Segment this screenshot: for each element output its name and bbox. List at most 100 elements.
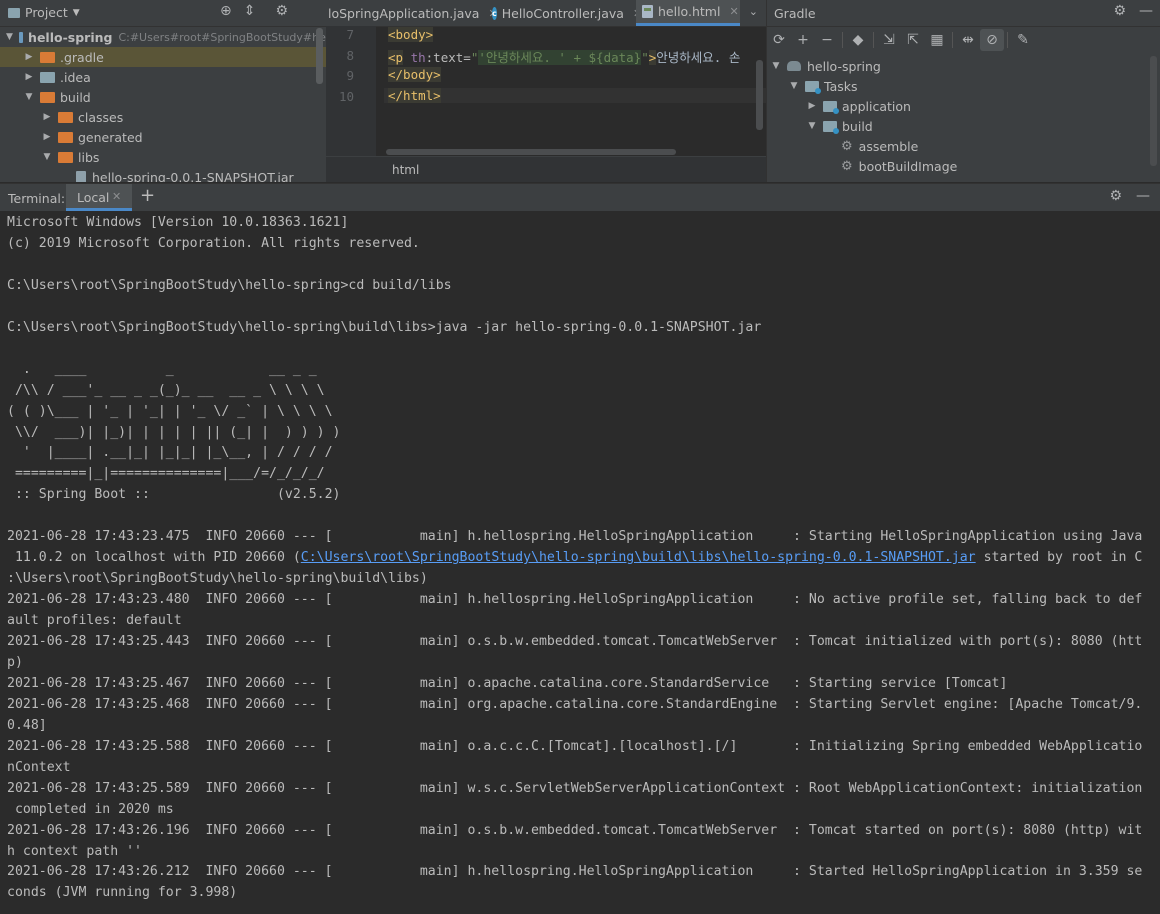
terminal-line: (c) 2019 Microsoft Corporation. All righ…: [7, 235, 420, 251]
tree-item-label: Tasks: [824, 78, 858, 94]
jar-path-link[interactable]: C:\Users\root\SpringBootStudy\hello-spri…: [301, 550, 976, 565]
terminal-line: Microsoft Windows [Version 10.0.18363.16…: [7, 215, 349, 230]
code-line-8: <p th:text="'안녕하세요. ' + ${data}">안녕하세요. …: [388, 47, 740, 66]
tag-p-open: <p: [388, 50, 404, 65]
terminal-line: 2021-06-28 17:43:25.588 INFO 20660 --- […: [7, 738, 1143, 754]
collapse-all-icon[interactable]: ⇕: [244, 3, 256, 19]
collapsed-arrow-icon[interactable]: ▶: [24, 52, 34, 62]
excluded-folder-icon: [40, 51, 55, 63]
expanded-arrow-icon[interactable]: ▼: [6, 32, 13, 42]
terminal-line: ( ( )\___ | '_ | '_| | '_ \/ _` | \ \ \ …: [7, 403, 333, 419]
editor-vscrollbar[interactable]: [756, 60, 763, 130]
folder-icon: [40, 71, 55, 83]
collapsed-arrow-icon[interactable]: ▶: [24, 72, 34, 82]
tree-item-label: build: [60, 89, 91, 105]
refresh-icon[interactable]: ⟳: [767, 29, 791, 51]
gear-icon[interactable]: ⚙: [1113, 3, 1126, 19]
gradle-tree-item[interactable]: ▼ hello-spring: [767, 56, 1151, 76]
expand-all-icon[interactable]: ⇲: [877, 29, 901, 51]
locate-icon[interactable]: ⊕: [220, 3, 232, 19]
minus-icon[interactable]: −: [815, 29, 839, 51]
gradle-tree-item[interactable]: ⚙ bootBuildImage: [767, 156, 1160, 176]
terminal-line: 2021-06-28 17:43:26.212 INFO 20660 --- […: [7, 864, 1143, 880]
close-icon[interactable]: ✕: [729, 5, 738, 18]
gradle-tree-item[interactable]: ⚙ assemble: [767, 136, 1160, 156]
quote: ": [641, 50, 649, 65]
show-tasks-icon[interactable]: ⊘: [980, 29, 1004, 51]
tag-body-open: <body>: [388, 27, 434, 42]
hide-panel-icon[interactable]: —: [1136, 188, 1150, 204]
project-scrollbar[interactable]: [316, 28, 323, 84]
hide-panel-icon[interactable]: —: [1139, 3, 1153, 19]
expanded-arrow-icon[interactable]: ▼: [24, 92, 34, 102]
editor-tab[interactable]: hello.html ✕: [636, 0, 740, 26]
excluded-folder-icon: [40, 91, 55, 103]
terminal-line: 0.48]: [7, 717, 47, 733]
chevron-down-icon[interactable]: ⌄: [749, 5, 758, 18]
task-group-icon: [823, 100, 839, 114]
project-tree-item[interactable]: ▶ .idea: [0, 67, 326, 87]
line-number: 10: [338, 88, 354, 104]
project-panel-title: Project: [25, 5, 68, 20]
project-tree-item[interactable]: ▶ generated: [0, 127, 326, 147]
breadcrumb[interactable]: html: [326, 156, 766, 182]
editor-tab-label: loSpringApplication.java: [328, 5, 480, 21]
project-tree-item[interactable]: hello-spring-0.0.1-SNAPSHOT.jar: [0, 167, 326, 182]
gear-icon[interactable]: ⚙: [275, 3, 288, 19]
tree-item-label: build: [842, 118, 873, 134]
toolbar-separator: [873, 32, 874, 48]
terminal-line: 2021-06-28 17:43:25.468 INFO 20660 --- […: [7, 696, 1143, 712]
project-view-selector[interactable]: Project ▼: [8, 5, 80, 20]
terminal-line: completed in 2020 ms: [7, 801, 174, 817]
tree-item-label: hello-spring-0.0.1-SNAPSHOT.jar: [92, 169, 294, 183]
wrench-icon[interactable]: ✎: [1011, 29, 1035, 51]
tree-item-label: generated: [78, 129, 143, 145]
plus-icon[interactable]: +: [791, 29, 815, 51]
terminal-output[interactable]: Microsoft Windows [Version 10.0.18363.16…: [0, 211, 1160, 914]
expanded-arrow-icon[interactable]: ▼: [42, 152, 52, 162]
expanded-arrow-icon[interactable]: ▼: [807, 121, 817, 131]
toolbar-separator: [952, 32, 953, 48]
project-tree-item[interactable]: ▼ libs: [0, 147, 326, 167]
tag-body-close: </body>: [388, 67, 441, 82]
close-icon[interactable]: ✕: [112, 190, 121, 203]
gradle-run-icon[interactable]: ◆: [846, 29, 870, 51]
class-icon: c: [492, 6, 497, 20]
gradle-scrollbar[interactable]: [1150, 56, 1157, 166]
expanded-arrow-icon[interactable]: ▼: [771, 61, 781, 71]
collapsed-arrow-icon[interactable]: ▶: [42, 112, 52, 122]
line-number: 8: [346, 47, 354, 63]
editor-hscrollbar[interactable]: [386, 149, 676, 155]
collapsed-arrow-icon[interactable]: ▶: [807, 101, 817, 111]
gradle-tree-item[interactable]: ▼ build: [767, 116, 1160, 136]
tree-item-label: hello-spring: [28, 29, 113, 45]
terminal-line: ault profiles: default: [7, 613, 182, 629]
breadcrumb-item[interactable]: html: [392, 163, 419, 177]
gear-icon[interactable]: ⚙: [1109, 188, 1122, 204]
tree-item-label: .idea: [60, 69, 91, 85]
gradle-tree-item[interactable]: ▼ Tasks: [767, 76, 1160, 96]
terminal-line: 2021-06-28 17:43:25.467 INFO 20660 --- […: [7, 675, 1008, 691]
toggle-offline-icon[interactable]: ⇹: [956, 29, 980, 51]
editor-tab[interactable]: loSpringApplication.java✕: [326, 0, 498, 26]
terminal-tab-local[interactable]: Local ✕: [66, 184, 132, 211]
new-terminal-plus-icon[interactable]: +: [140, 185, 155, 206]
gradle-panel: Gradle ⚙ — ⟳ + − ◆ ⇲ ⇱ ▦ ⇹ ⊘ ✎ ▼ hello-sp…: [766, 0, 1160, 182]
project-tree-item[interactable]: ▼ build: [0, 87, 326, 107]
project-tree-item[interactable]: ▶ classes: [0, 107, 326, 127]
line-number: 9: [346, 68, 354, 83]
excluded-folder-icon: [58, 111, 73, 123]
dependencies-icon[interactable]: ▦: [925, 29, 949, 51]
attr-value: '안녕하세요. ' + ${data}: [478, 50, 642, 65]
terminal-line: 11.0.2 on localhost with PID 20660 (C:\U…: [7, 547, 1142, 568]
module-folder-icon: [18, 31, 24, 43]
terminal-line: 2021-06-28 17:43:23.480 INFO 20660 --- […: [7, 592, 1143, 608]
expanded-arrow-icon[interactable]: ▼: [789, 81, 799, 91]
collapsed-arrow-icon[interactable]: ▶: [42, 132, 52, 142]
project-tree-item[interactable]: ▶ .gradle: [0, 47, 326, 67]
project-tree-item[interactable]: ▼ hello-spring C:#Users#root#SpringBootStu…: [0, 27, 326, 47]
editor-tab[interactable]: cHelloController.java✕: [486, 0, 642, 26]
gradle-tree-item[interactable]: ▶ application: [767, 96, 1160, 116]
collapse-all-icon[interactable]: ⇱: [901, 29, 925, 51]
editor-tab-label: HelloController.java: [501, 5, 624, 21]
